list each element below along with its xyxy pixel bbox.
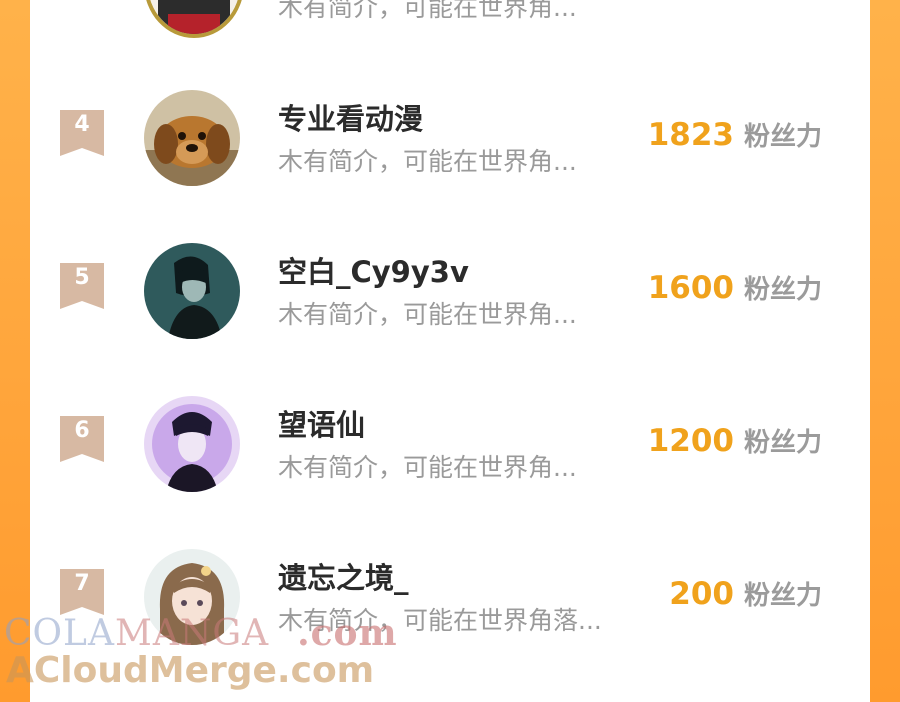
- rank-number: 4: [74, 112, 90, 137]
- dog-avatar[interactable]: [144, 90, 240, 186]
- watermark-acloudmerge: ACloudMerge.com: [6, 650, 375, 691]
- watermark-part: .com: [297, 612, 398, 654]
- fan-score: 1823 粉丝力: [648, 116, 822, 153]
- list-item[interactable]: 5 空白_Cy9y3v 木有简介，可能在世界角... 1600 粉丝力: [30, 237, 870, 347]
- watermark-part: MANGA: [114, 613, 270, 654]
- fan-ranking-panel: 木有简介，可能在世界角... 4 专业看动漫 木有简介，可能在世界角... 18…: [30, 0, 870, 702]
- user-name[interactable]: 专业看动漫: [278, 96, 423, 138]
- fan-score-unit: 粉丝力: [743, 428, 822, 458]
- user-intro: 木有简介，可能在世界角...: [278, 300, 577, 329]
- fan-score-value: 1600: [647, 270, 734, 306]
- user-name[interactable]: 望语仙: [278, 402, 365, 444]
- fan-score: 1200 粉丝力: [648, 422, 822, 459]
- user-intro: 木有简介，可能在世界角...: [278, 147, 577, 176]
- fan-score-unit: 粉丝力: [743, 581, 822, 611]
- fan-score-unit: 粉丝力: [743, 122, 822, 152]
- fan-score: 1600 粉丝力: [648, 269, 822, 306]
- rank-badge-icon: 5: [60, 263, 104, 309]
- watermark-part: COLA: [4, 613, 115, 654]
- list-item-partial[interactable]: 木有简介，可能在世界角...: [30, 0, 870, 40]
- fan-score-unit: 粉丝力: [743, 275, 822, 305]
- user-name[interactable]: 空白_Cy9y3v: [278, 249, 469, 291]
- avatar[interactable]: [144, 0, 244, 38]
- watermark-colamanga: COLAMANGA .com: [4, 612, 398, 654]
- rank-number: 5: [74, 265, 90, 290]
- user-intro: 木有简介，可能在世界角...: [278, 453, 577, 482]
- fan-score: 200 粉丝力: [669, 575, 822, 612]
- rank-badge-icon: [60, 0, 104, 36]
- fan-score-value: 200: [669, 576, 734, 612]
- dark-anime-boy-avatar[interactable]: [144, 243, 240, 339]
- list-item[interactable]: 6 望语仙 木有简介，可能在世界角... 1200 粉丝力: [30, 390, 870, 500]
- rank-badge-icon: 6: [60, 416, 104, 462]
- fan-score-value: 1823: [647, 117, 734, 153]
- user-name[interactable]: 遗忘之境_: [278, 555, 409, 597]
- rank-badge-icon: 7: [60, 569, 104, 615]
- rank-number: 6: [74, 418, 90, 443]
- rank-number: 7: [74, 571, 90, 596]
- fan-score-value: 1200: [647, 423, 734, 459]
- user-intro: 木有简介，可能在世界角...: [278, 0, 577, 22]
- list-item[interactable]: 4 专业看动漫 木有简介，可能在世界角... 1823 粉丝力: [30, 84, 870, 194]
- purple-anime-boy-avatar[interactable]: [144, 396, 240, 492]
- rank-badge-icon: 4: [60, 110, 104, 156]
